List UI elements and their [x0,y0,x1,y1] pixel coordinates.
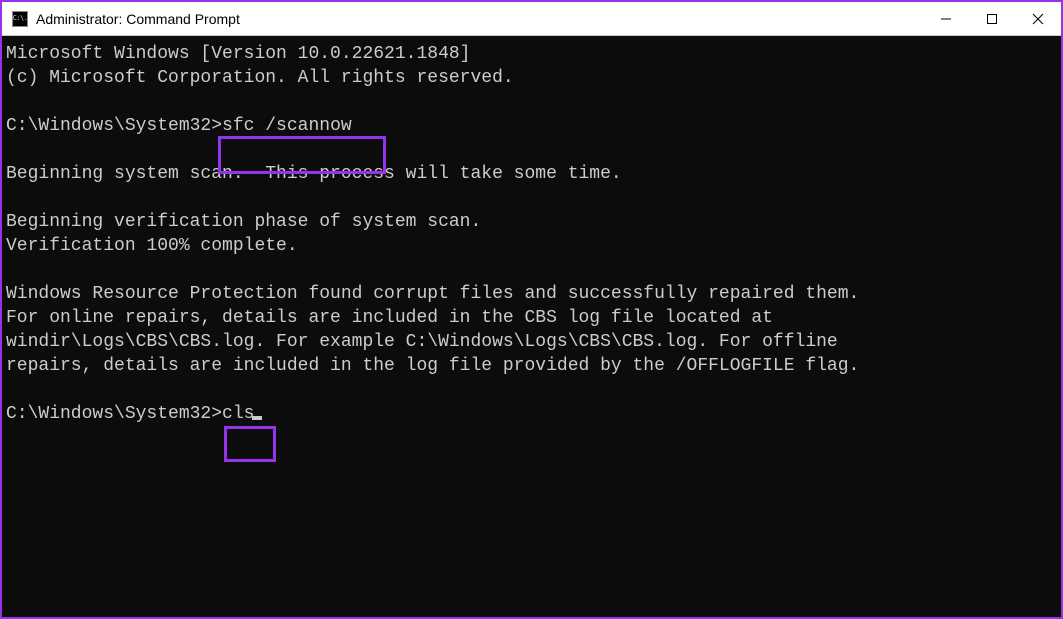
cmd-icon: C:\. [12,11,28,27]
result-line: Windows Resource Protection found corrup… [6,284,859,304]
window-title: Administrator: Command Prompt [36,11,923,27]
command-sfc-scannow: sfc /scannow [222,116,352,136]
result-line: windir\Logs\CBS\CBS.log. For example C:\… [6,332,838,352]
maximize-button[interactable] [969,2,1015,35]
highlight-box-cls [224,426,276,462]
prompt-1: C:\Windows\System32>sfc /scannow [6,116,352,136]
close-button[interactable] [1015,2,1061,35]
minimize-button[interactable] [923,2,969,35]
window-controls [923,2,1061,35]
result-line: repairs, details are included in the log… [6,356,859,376]
terminal-output[interactable]: Microsoft Windows [Version 10.0.22621.18… [2,36,1061,617]
begin-scan-line: Beginning system scan. This process will… [6,164,622,184]
result-line: For online repairs, details are included… [6,308,773,328]
prompt-2: C:\Windows\System32>cls [6,404,262,424]
version-line: Microsoft Windows [Version 10.0.22621.18… [6,44,470,64]
command-cls: cls [222,404,254,424]
verify-complete-line: Verification 100% complete. [6,236,298,256]
titlebar[interactable]: C:\. Administrator: Command Prompt [2,2,1061,36]
copyright-line: (c) Microsoft Corporation. All rights re… [6,68,514,88]
cursor [252,416,262,420]
begin-verify-line: Beginning verification phase of system s… [6,212,481,232]
